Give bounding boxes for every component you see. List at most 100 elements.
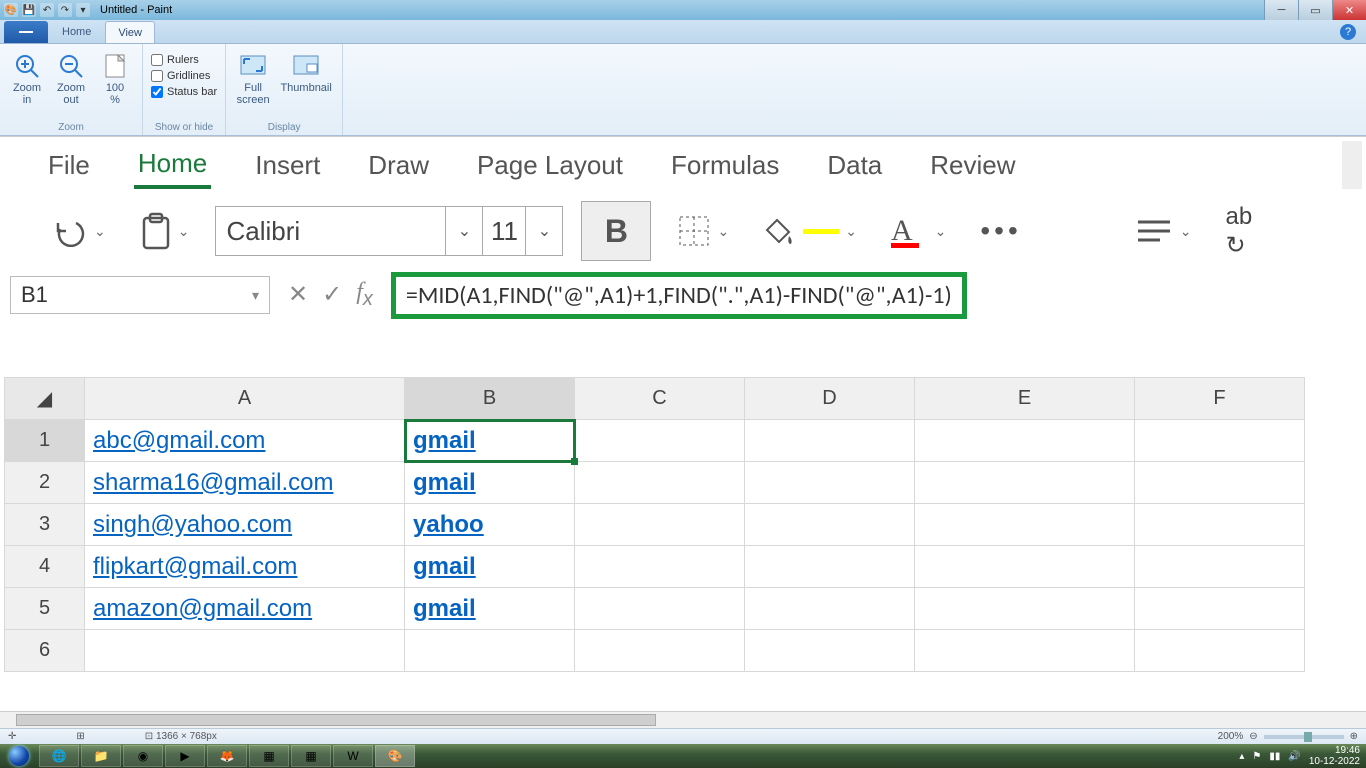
paint-file-menu[interactable] [4,21,48,43]
cell[interactable] [1135,504,1305,546]
row-header[interactable]: 1 [5,420,85,462]
find-replace-button[interactable]: ab↻ [1218,199,1261,264]
cell[interactable] [915,546,1135,588]
zoom-in-button[interactable]: Zoom in [8,48,46,106]
cell[interactable] [575,420,745,462]
formula-input[interactable]: =MID(A1,FIND("@",A1)+1,FIND(".",A1)-FIND… [391,272,967,319]
more-button[interactable]: ••• [972,211,1029,251]
col-header-d[interactable]: D [745,378,915,420]
row-header[interactable]: 4 [5,546,85,588]
cell[interactable] [745,588,915,630]
cell[interactable] [575,588,745,630]
taskbar-media[interactable]: ▶ [165,745,205,767]
close-button[interactable]: ✕ [1332,0,1366,20]
col-header-a[interactable]: A [85,378,405,420]
select-all-corner[interactable]: ◢ [5,378,85,420]
size-dropdown-icon[interactable]: ⌄ [526,207,562,255]
cell[interactable] [745,504,915,546]
cell[interactable] [745,630,915,672]
cell[interactable] [575,462,745,504]
font-color-button[interactable]: A⌄ [883,210,954,252]
namebox-dropdown-icon[interactable]: ▾ [252,287,259,304]
cell[interactable]: gmail [405,462,575,504]
cell[interactable]: abc@gmail.com [85,420,405,462]
cell[interactable] [575,630,745,672]
thumbnail-button[interactable]: Thumbnail [278,48,334,94]
help-icon[interactable]: ? [1340,24,1356,40]
cell[interactable] [745,462,915,504]
statusbar-checkbox[interactable]: Status bar [151,86,217,98]
redo-icon[interactable]: ↷ [58,3,72,17]
excel-tab-file[interactable]: File [44,144,94,187]
cell[interactable] [575,504,745,546]
name-box[interactable]: B1 ▾ [10,276,270,314]
selected-cell[interactable]: gmail [405,420,575,462]
taskbar-explorer[interactable]: 📁 [81,745,121,767]
cell[interactable] [745,420,915,462]
cell[interactable] [1135,546,1305,588]
scrollbar-thumb[interactable] [16,714,656,726]
taskbar-app2[interactable]: ▦ [291,745,331,767]
row-header[interactable]: 2 [5,462,85,504]
taskbar-clock[interactable]: 19:46 10-12-2022 [1309,745,1360,767]
cell[interactable]: singh@yahoo.com [85,504,405,546]
enter-icon[interactable]: ✓ [322,280,342,309]
start-button[interactable] [0,744,38,768]
cell[interactable] [1135,420,1305,462]
volume-icon[interactable]: 🔊 [1288,751,1300,762]
excel-tab-pagelayout[interactable]: Page Layout [473,144,627,187]
cell[interactable]: flipkart@gmail.com [85,546,405,588]
cell[interactable] [915,420,1135,462]
undo-button[interactable]: ⌄ [44,211,114,251]
excel-tab-review[interactable]: Review [926,144,1019,187]
cell[interactable]: yahoo [405,504,575,546]
excel-tab-insert[interactable]: Insert [251,144,324,187]
cell[interactable] [575,546,745,588]
excel-tab-data[interactable]: Data [823,144,886,187]
font-name[interactable]: Calibri [216,207,446,255]
col-header-c[interactable]: C [575,378,745,420]
cell[interactable]: gmail [405,546,575,588]
cell[interactable] [1135,630,1305,672]
row-header[interactable]: 5 [5,588,85,630]
cell[interactable] [1135,588,1305,630]
cell[interactable] [915,588,1135,630]
cell[interactable]: gmail [405,588,575,630]
save-icon[interactable]: 💾 [22,3,36,17]
paint-canvas[interactable]: File Home Insert Draw Page Layout Formul… [0,136,1366,728]
excel-tab-home[interactable]: Home [134,142,211,189]
cancel-icon[interactable]: ✕ [288,280,308,309]
cell[interactable] [915,462,1135,504]
spreadsheet-grid[interactable]: ◢ A B C D E F 1 abc@gmail.com gmail 2 sh… [4,377,1362,710]
zoom-plus[interactable]: ⊕ [1350,731,1358,742]
gridlines-checkbox[interactable]: Gridlines [151,70,217,82]
border-button[interactable]: ⌄ [669,210,737,252]
cell[interactable] [915,630,1135,672]
taskbar-ie[interactable]: 🌐 [39,745,79,767]
paint-hscrollbar[interactable] [0,711,1366,728]
row-header[interactable]: 6 [5,630,85,672]
taskbar-paint[interactable]: 🎨 [375,745,415,767]
excel-tab-formulas[interactable]: Formulas [667,144,783,187]
fill-color-button[interactable]: ⌄ [755,212,865,250]
col-header-f[interactable]: F [1135,378,1305,420]
network-icon[interactable]: ▮▮ [1269,751,1280,762]
paint-tab-view[interactable]: View [105,21,155,43]
col-header-e[interactable]: E [915,378,1135,420]
cell[interactable] [915,504,1135,546]
bold-button[interactable]: B [581,201,651,261]
paste-button[interactable]: ⌄ [132,208,198,254]
font-selector[interactable]: Calibri ⌄ 11 ⌄ [215,206,563,256]
minimize-button[interactable]: ─ [1264,0,1298,20]
font-dropdown-icon[interactable]: ⌄ [446,207,482,255]
zoom-out-button[interactable]: Zoom out [52,48,90,106]
excel-tab-draw[interactable]: Draw [364,144,433,187]
system-tray[interactable]: ▴ ⚑ ▮▮ 🔊 19:46 10-12-2022 [1239,745,1366,767]
cell[interactable]: amazon@gmail.com [85,588,405,630]
cell[interactable] [745,546,915,588]
font-size[interactable]: 11 [482,207,526,255]
rulers-checkbox[interactable]: Rulers [151,54,217,66]
taskbar-word[interactable]: W [333,745,373,767]
cell[interactable]: sharma16@gmail.com [85,462,405,504]
row-header[interactable]: 3 [5,504,85,546]
